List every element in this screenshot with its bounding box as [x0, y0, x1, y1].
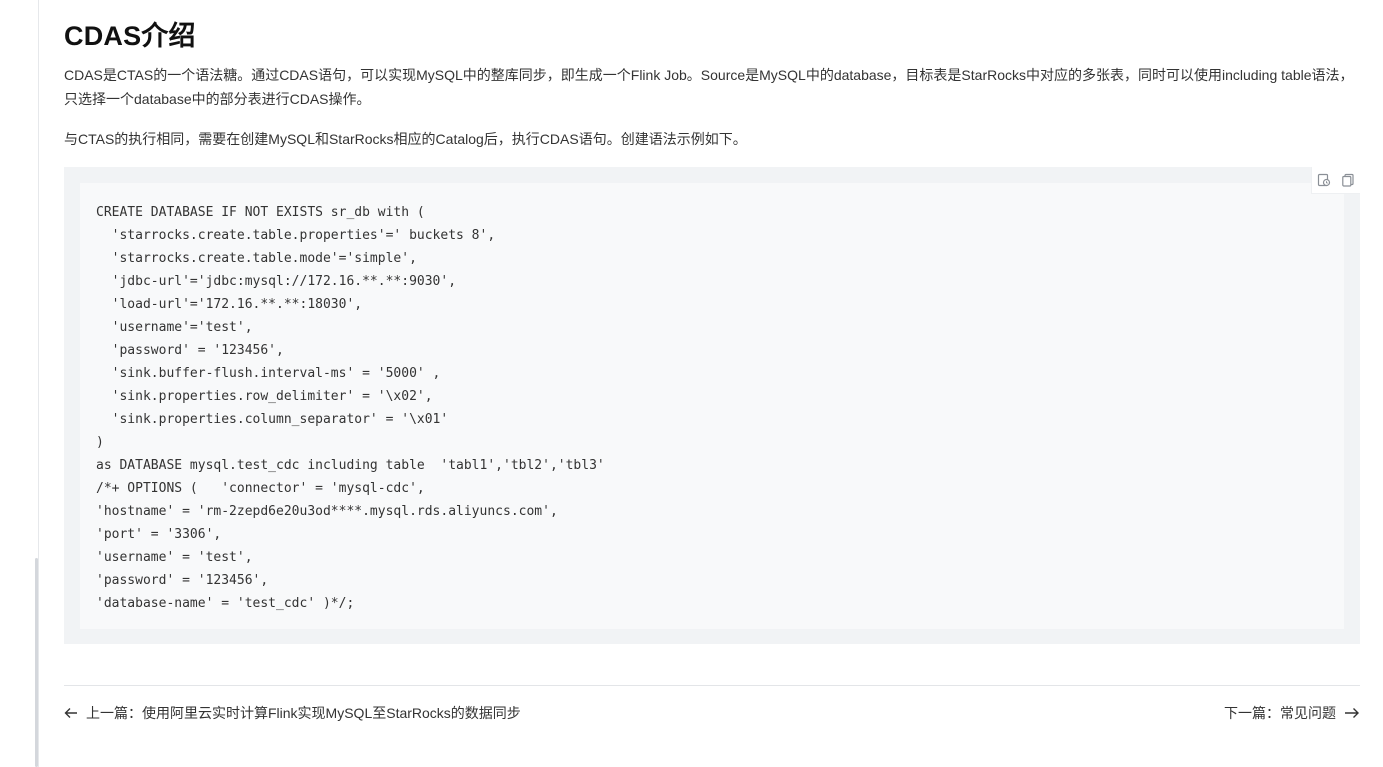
arrow-left-icon [64, 706, 78, 720]
prev-article-link[interactable]: 上一篇：使用阿里云实时计算Flink实现MySQL至StarRocks的数据同步 [64, 701, 521, 725]
next-article-label: 下一篇：常见问题 [1224, 705, 1336, 721]
arrow-right-icon [1344, 706, 1360, 720]
code-text[interactable]: CREATE DATABASE IF NOT EXISTS sr_db with… [96, 201, 605, 615]
copy-icon[interactable] [1341, 173, 1355, 187]
usage-paragraph: 与CTAS的执行相同，需要在创建MySQL和StarRocks相应的Catalo… [64, 131, 747, 147]
code-block: CREATE DATABASE IF NOT EXISTS sr_db with… [64, 167, 1360, 644]
run-code-icon[interactable] [1317, 173, 1331, 187]
intro-paragraph: CDAS是CTAS的一个语法糖。通过CDAS语句，可以实现MySQL中的整库同步… [64, 67, 1354, 107]
nav-divider [64, 685, 1360, 686]
code-block-body: CREATE DATABASE IF NOT EXISTS sr_db with… [80, 183, 1344, 629]
sidebar-divider [38, 0, 39, 767]
doc-page: CDAS介绍 CDAS是CTAS的一个语法糖。通过CDAS语句，可以实现MySQ… [0, 0, 1383, 767]
page-title: CDAS介绍 [64, 21, 196, 51]
code-toolbar [1311, 167, 1360, 194]
next-article-link[interactable]: 下一篇：常见问题 [1224, 701, 1360, 725]
sidebar-scrollbar[interactable] [35, 558, 38, 767]
prev-article-label: 上一篇：使用阿里云实时计算Flink实现MySQL至StarRocks的数据同步 [86, 705, 521, 721]
